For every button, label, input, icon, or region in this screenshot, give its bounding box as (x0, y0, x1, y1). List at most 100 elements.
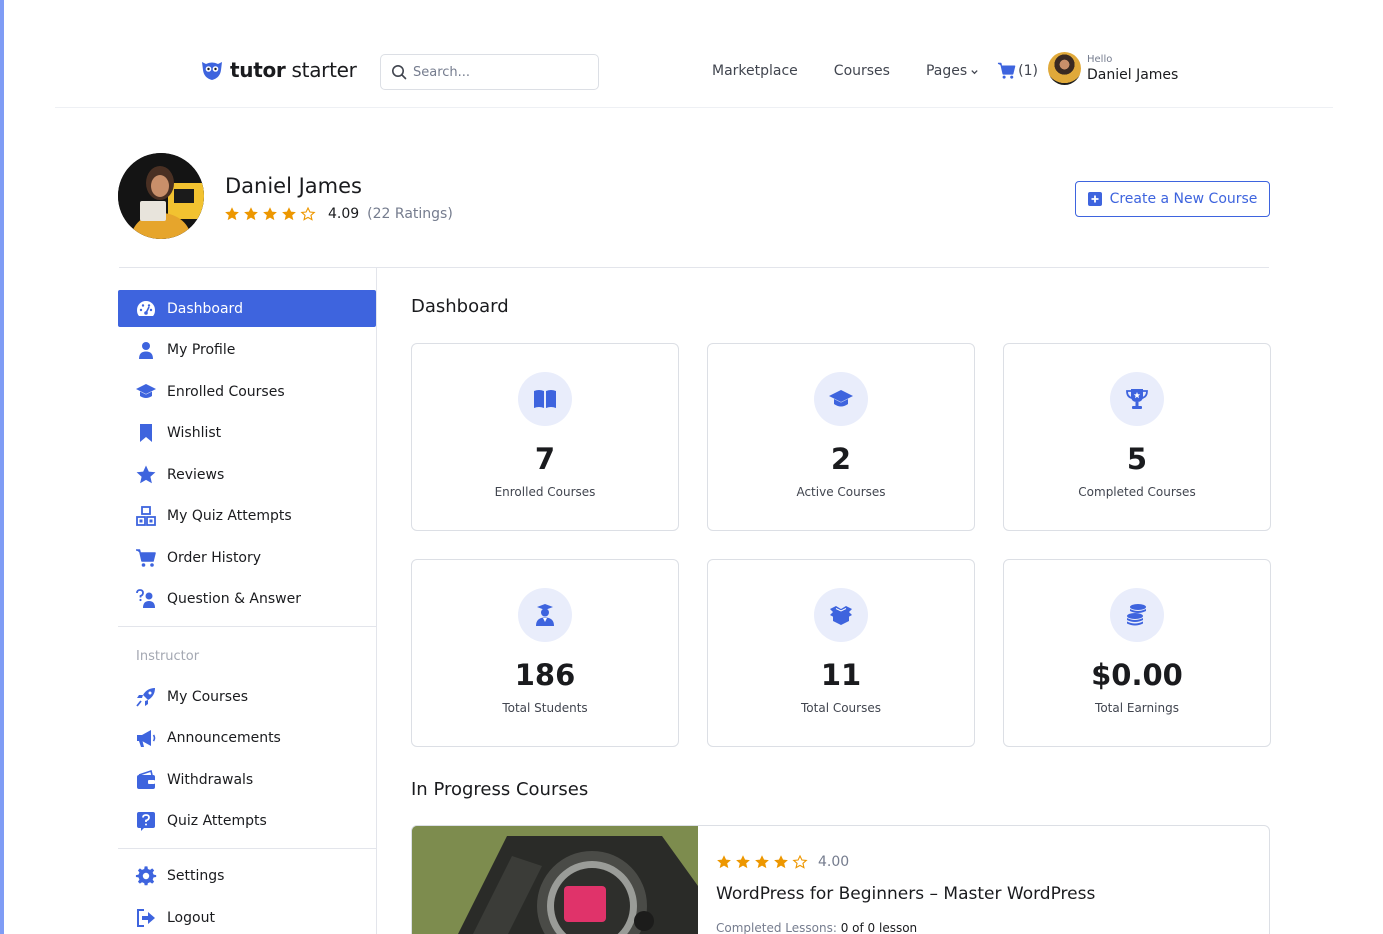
wallet-icon (137, 769, 155, 789)
stat-card-enrolled-courses: 7 Enrolled Courses (411, 343, 679, 531)
site-logo[interactable]: tutor starter (200, 58, 357, 82)
sidebar-item-my-quiz-attempts[interactable]: My Quiz Attempts (118, 497, 376, 534)
star-filled-icon (774, 855, 788, 869)
sidebar-item-label: Enrolled Courses (167, 383, 285, 400)
star-filled-icon (244, 207, 258, 221)
sidebar-item-label: Wishlist (167, 424, 222, 441)
sidebar-item-quiz-attempts[interactable]: Quiz Attempts (118, 802, 376, 839)
instructor-heading: Instructor (136, 649, 200, 664)
create-course-button[interactable]: Create a New Course (1075, 181, 1270, 217)
plus-square-icon (1087, 192, 1102, 206)
star-filled-icon (263, 207, 277, 221)
profile-rating: 4.09 (22 Ratings) (224, 206, 453, 222)
cart-icon (998, 62, 1016, 79)
sidebar-item-announcements[interactable]: Announcements (118, 719, 376, 756)
sidebar-item-label: My Profile (167, 341, 236, 358)
rating-count: (22 Ratings) (367, 206, 453, 222)
coins-icon (1127, 604, 1146, 626)
stat-value: 7 (534, 442, 556, 476)
star-filled-icon (736, 855, 750, 869)
graduation-cap-icon (829, 390, 853, 407)
sidebar-item-label: Order History (167, 549, 262, 566)
sidebar-item-order-history[interactable]: Order History (118, 539, 376, 576)
star-outline-icon (792, 854, 808, 869)
owl-logo-icon (202, 62, 222, 80)
course-rating-value: 4.00 (818, 854, 850, 870)
sidebar-item-my-courses[interactable]: My Courses (118, 678, 376, 715)
window-edge-accent (0, 0, 4, 934)
trophy-icon (1126, 389, 1148, 409)
question-icon (136, 588, 155, 608)
dashboard-icon (137, 300, 155, 316)
stat-value: 186 (514, 658, 576, 692)
course-stars (716, 854, 808, 870)
course-thumbnail[interactable] (412, 826, 698, 934)
user-icon (139, 341, 153, 359)
stat-card-total-earnings: $0.00 Total Earnings (1003, 559, 1271, 747)
sidebar-item-label: Announcements (167, 729, 281, 746)
search-icon (392, 65, 407, 80)
sidebar-item-settings[interactable]: Settings (118, 857, 376, 894)
sidebar-item-label: Dashboard (167, 300, 243, 317)
sidebar-item-question-answer[interactable]: Question & Answer (118, 580, 376, 617)
student-icon (536, 604, 554, 626)
sidebar-item-dashboard[interactable]: Dashboard (118, 290, 376, 327)
avatar (1048, 52, 1081, 85)
search-box[interactable] (380, 54, 599, 90)
sidebar-item-logout[interactable]: Logout (118, 899, 376, 934)
nav-pages[interactable]: Pages (926, 63, 979, 79)
sidebar-item-enrolled-courses[interactable]: Enrolled Courses (118, 373, 376, 410)
nav-courses[interactable]: Courses (834, 63, 890, 79)
stat-card-total-courses: 11 Total Courses (707, 559, 975, 747)
stat-icon-circle (814, 588, 868, 642)
course-title[interactable]: WordPress for Beginners – Master WordPre… (716, 884, 1095, 904)
stat-icon-circle (814, 372, 868, 426)
greeting-text: Hello (1087, 53, 1113, 65)
page-title: Dashboard (411, 296, 509, 317)
user-menu[interactable]: Hello Daniel James (1048, 52, 1178, 85)
star-icon (136, 465, 156, 483)
dashboard-sidebar: Dashboard My Profile Enrolled Courses Wi… (118, 268, 377, 934)
stat-card-active-courses: 2 Active Courses (707, 343, 975, 531)
stat-card-completed-courses: 5 Completed Courses (1003, 343, 1271, 531)
star-filled-icon (755, 855, 769, 869)
profile-name: Daniel James (225, 174, 362, 198)
stat-label: Total Students (502, 701, 588, 715)
stat-label: Total Earnings (1095, 701, 1179, 715)
sidebar-item-label: Question & Answer (167, 590, 301, 607)
sidebar-item-wishlist[interactable]: Wishlist (118, 414, 376, 451)
stat-label: Enrolled Courses (494, 485, 596, 499)
nav-marketplace[interactable]: Marketplace (712, 63, 798, 79)
sidebar-item-reviews[interactable]: Reviews (118, 456, 376, 493)
sidebar-item-my-profile[interactable]: My Profile (118, 331, 376, 368)
stat-value: 2 (830, 442, 852, 476)
in-progress-course-card[interactable]: 4.00 WordPress for Beginners – Master Wo… (411, 825, 1270, 934)
sidebar-item-label: Reviews (167, 466, 225, 483)
course-lessons: Completed Lessons: 0 of 0 lesson (716, 921, 917, 934)
stat-label: Active Courses (796, 485, 886, 499)
megaphone-icon (137, 729, 156, 747)
cart-icon (136, 548, 156, 567)
lessons-value: 0 of 0 lesson (840, 921, 918, 934)
gear-icon (135, 865, 157, 885)
in-progress-title: In Progress Courses (411, 779, 589, 800)
chevron-down-icon (971, 69, 978, 74)
question-box-icon (137, 811, 155, 831)
header-user-name: Daniel James (1087, 66, 1179, 83)
cart-button[interactable]: (1) (997, 62, 1038, 80)
search-input[interactable] (413, 64, 583, 80)
stat-label: Total Courses (801, 701, 881, 715)
quiz-icon (136, 505, 156, 526)
course-rating: 4.00 (716, 854, 849, 870)
book-icon (534, 390, 556, 408)
rating-value: 4.09 (328, 206, 360, 222)
star-outline-icon (300, 206, 316, 221)
profile-photo (118, 153, 204, 239)
bookmark-icon (140, 423, 152, 442)
main-nav: Marketplace Courses Pages (1) (712, 62, 1038, 80)
logo-text: tutor starter (230, 58, 357, 82)
stat-icon-circle (518, 588, 572, 642)
sidebar-item-withdrawals[interactable]: Withdrawals (118, 761, 376, 798)
sidebar-item-label: My Courses (167, 688, 248, 705)
stat-value: $0.00 (1091, 658, 1183, 692)
